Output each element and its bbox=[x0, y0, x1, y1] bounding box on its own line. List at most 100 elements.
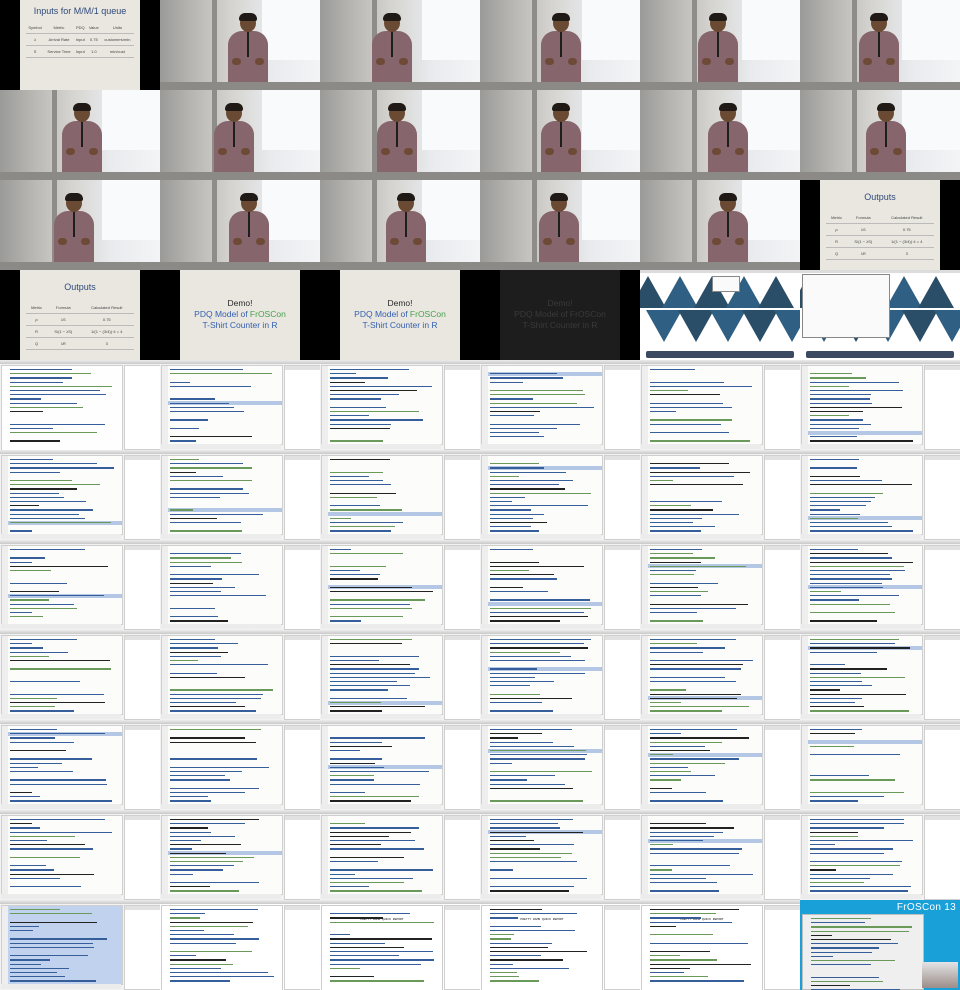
environment-pane[interactable] bbox=[124, 545, 160, 630]
thumbnail-slide-outputs[interactable]: Outputs Metric Formula Calculated Result… bbox=[800, 180, 960, 270]
thumbnail-ide[interactable] bbox=[320, 450, 480, 540]
script-editor[interactable] bbox=[161, 365, 283, 445]
console-pane[interactable] bbox=[1, 714, 121, 719]
script-editor[interactable] bbox=[481, 455, 603, 535]
thumbnail-video[interactable] bbox=[160, 0, 320, 90]
thumbnail-ide[interactable] bbox=[800, 450, 960, 540]
console-pane[interactable] bbox=[161, 444, 281, 449]
console-pane[interactable] bbox=[321, 894, 441, 899]
thumbnail-ide[interactable] bbox=[640, 630, 800, 720]
thumbnail-video[interactable] bbox=[640, 180, 800, 270]
environment-pane[interactable] bbox=[124, 455, 160, 540]
console-pane[interactable] bbox=[481, 624, 601, 629]
environment-pane[interactable] bbox=[124, 635, 160, 720]
script-editor[interactable] bbox=[1, 635, 123, 715]
thumbnail-report[interactable]: PRETTY DAMN QUICK REPORT bbox=[320, 900, 480, 990]
thumbnail-video[interactable] bbox=[320, 90, 480, 180]
environment-pane[interactable] bbox=[284, 455, 320, 540]
script-editor[interactable] bbox=[161, 455, 283, 535]
script-editor[interactable] bbox=[1, 815, 123, 895]
thumbnail-ide[interactable] bbox=[480, 450, 640, 540]
environment-pane[interactable] bbox=[764, 815, 800, 900]
thumbnail-slide-outputs[interactable]: Outputs Metric Formula Calculated Result… bbox=[0, 270, 160, 360]
thumbnail-ide[interactable] bbox=[160, 720, 320, 810]
environment-pane[interactable] bbox=[604, 455, 640, 540]
thumbnail-ide[interactable] bbox=[320, 810, 480, 900]
thumbnail-ide[interactable] bbox=[640, 450, 800, 540]
environment-pane[interactable] bbox=[444, 545, 480, 630]
environment-pane[interactable] bbox=[924, 455, 960, 540]
thumbnail-ide[interactable] bbox=[320, 720, 480, 810]
console-pane[interactable] bbox=[481, 444, 601, 449]
console-pane[interactable] bbox=[481, 714, 601, 719]
environment-pane[interactable] bbox=[604, 545, 640, 630]
script-editor[interactable] bbox=[161, 635, 283, 715]
console-pane[interactable] bbox=[1, 984, 121, 989]
thumbnail-ide[interactable] bbox=[0, 810, 160, 900]
console-pane[interactable] bbox=[641, 894, 761, 899]
thumbnail-ide[interactable] bbox=[160, 810, 320, 900]
script-editor[interactable] bbox=[481, 725, 603, 805]
thumbnail-ide[interactable] bbox=[800, 720, 960, 810]
thumbnail-ide[interactable] bbox=[0, 630, 160, 720]
thumbnail-ide-selected[interactable] bbox=[0, 900, 160, 990]
environment-pane[interactable] bbox=[764, 545, 800, 630]
environment-pane[interactable] bbox=[284, 815, 320, 900]
script-editor[interactable] bbox=[481, 635, 603, 715]
environment-pane[interactable] bbox=[604, 365, 640, 450]
thumbnail-video[interactable] bbox=[160, 180, 320, 270]
thumbnail-ide[interactable] bbox=[800, 360, 960, 450]
console-pane[interactable] bbox=[801, 714, 921, 719]
script-editor[interactable] bbox=[801, 455, 923, 535]
thumbnail-ide[interactable] bbox=[800, 630, 960, 720]
thumbnail-slide-demo[interactable]: Demo! PDQ Model of FrOSCon T-Shirt Count… bbox=[320, 270, 480, 360]
script-editor[interactable] bbox=[1, 905, 123, 985]
console-pane[interactable] bbox=[161, 714, 281, 719]
environment-pane[interactable] bbox=[444, 815, 480, 900]
console-pane[interactable] bbox=[321, 444, 441, 449]
console-pane[interactable] bbox=[641, 804, 761, 809]
dock[interactable] bbox=[646, 351, 794, 358]
script-editor[interactable] bbox=[481, 365, 603, 445]
thumbnail-ide[interactable] bbox=[0, 450, 160, 540]
environment-pane[interactable] bbox=[284, 725, 320, 810]
thumbnail-video[interactable] bbox=[320, 180, 480, 270]
script-editor[interactable] bbox=[321, 815, 443, 895]
console-pane[interactable] bbox=[481, 894, 601, 899]
console-pane[interactable] bbox=[641, 714, 761, 719]
console-pane[interactable] bbox=[481, 804, 601, 809]
thumbnail-ide[interactable] bbox=[640, 540, 800, 630]
environment-pane[interactable] bbox=[284, 545, 320, 630]
script-editor[interactable] bbox=[321, 725, 443, 805]
console-pane[interactable] bbox=[321, 714, 441, 719]
thumbnail-video[interactable] bbox=[640, 0, 800, 90]
thumbnail-ide[interactable] bbox=[160, 450, 320, 540]
script-editor[interactable] bbox=[801, 815, 923, 895]
thumbnail-report[interactable]: PRETTY DAMN QUICK REPORT bbox=[640, 900, 800, 990]
environment-pane[interactable] bbox=[764, 365, 800, 450]
environment-pane[interactable] bbox=[924, 365, 960, 450]
thumbnail-slide-demo[interactable]: Demo! PDQ Model of FrOSCon T-Shirt Count… bbox=[160, 270, 320, 360]
thumbnail-ide[interactable] bbox=[480, 630, 640, 720]
thumbnail-ide[interactable] bbox=[640, 360, 800, 450]
thumbnail-report[interactable]: PRETTY DAMN QUICK REPORT bbox=[480, 900, 640, 990]
environment-pane[interactable] bbox=[924, 725, 960, 810]
environment-pane[interactable] bbox=[284, 365, 320, 450]
thumbnail-slide-inputs[interactable]: Inputs for M/M/1 queue Symbol Metric PDQ… bbox=[0, 0, 160, 90]
script-editor[interactable] bbox=[641, 455, 763, 535]
script-editor[interactable] bbox=[321, 455, 443, 535]
console-pane[interactable] bbox=[1, 804, 121, 809]
script-editor[interactable] bbox=[481, 815, 603, 895]
thumbnail-ide[interactable] bbox=[480, 810, 640, 900]
console-pane[interactable] bbox=[161, 894, 281, 899]
environment-pane[interactable] bbox=[124, 725, 160, 810]
thumbnail-ide[interactable] bbox=[480, 360, 640, 450]
script-editor[interactable] bbox=[641, 725, 763, 805]
environment-pane[interactable] bbox=[924, 545, 960, 630]
environment-pane[interactable] bbox=[444, 365, 480, 450]
console-pane[interactable] bbox=[641, 444, 761, 449]
console-pane[interactable] bbox=[801, 534, 921, 539]
environment-pane[interactable] bbox=[764, 635, 800, 720]
environment-pane[interactable] bbox=[604, 815, 640, 900]
environment-pane[interactable] bbox=[124, 815, 160, 900]
